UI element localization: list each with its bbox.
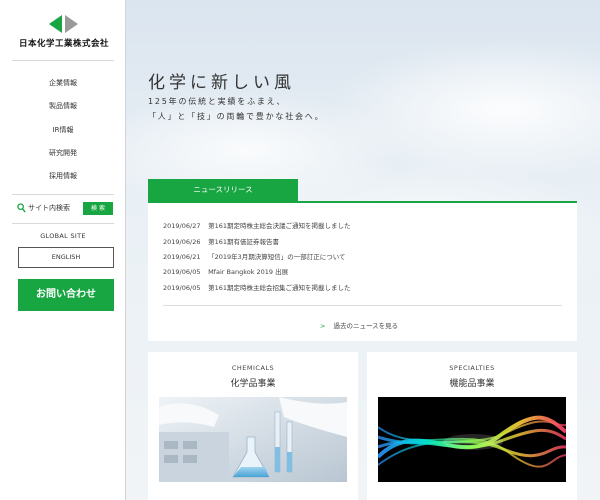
divider [12, 60, 114, 61]
news-item[interactable]: 2019/06/21 「2019年3月期決算短信」の一部訂正について [163, 251, 346, 263]
news-date: 2019/06/21 [163, 253, 201, 261]
logo-mark-icon [49, 15, 78, 33]
news-item[interactable]: 2019/06/27 第161期定時株主総会決議ご通知を掲載しました [163, 220, 351, 232]
news-panel: 2019/06/27 第161期定時株主総会決議ご通知を掲載しました 2019/… [148, 203, 577, 341]
news-title: 第161期定時株主総会招集ご通知を掲載しました [208, 284, 351, 292]
contact-button[interactable]: お問い合わせ [18, 279, 114, 311]
news-item[interactable]: 2019/06/26 第161期有価証券報告書 [163, 236, 279, 248]
hero-subtitle-2: 「人」と「技」の両輪で豊かな社会へ。 [148, 112, 325, 121]
chemicals-lab-image [159, 397, 347, 482]
card-en-title: SPECIALTIES [449, 364, 495, 372]
nav-item-products[interactable]: 製品情報 [0, 101, 126, 111]
nav-item-recruit[interactable]: 採用情報 [0, 171, 126, 181]
more-news-link[interactable]: > 過去のニュースを見る [320, 320, 398, 330]
divider [12, 194, 114, 195]
card-en-title: CHEMICALS [231, 364, 275, 372]
search-label[interactable]: サイト内検索 [28, 203, 70, 213]
search-button[interactable]: 検 索 [83, 202, 113, 215]
search-icon [17, 203, 26, 213]
news-title: Mfair Bangkok 2019 出展 [208, 268, 289, 276]
news-date: 2019/06/26 [163, 238, 201, 246]
news-title: 第161期有価証券報告書 [208, 238, 279, 246]
nav-item-research[interactable]: 研究開発 [0, 148, 126, 158]
hero-subtitle-1: 125年の伝統と実績をふまえ、 [148, 97, 287, 106]
card-chemicals[interactable]: CHEMICALS 化学品事業 [148, 352, 358, 500]
sidebar: 日本化学工業株式会社 企業情報 製品情報 IR情報 研究開発 採用情報 サイト内… [0, 0, 126, 500]
main-content: 化学に新しい風 125年の伝統と実績をふまえ、 「人」と「技」の両輪で豊かな社会… [126, 0, 600, 500]
news-date: 2019/06/27 [163, 222, 201, 230]
hero-headline: 化学に新しい風 [148, 73, 295, 93]
news-item[interactable]: 2019/06/05 Mfair Bangkok 2019 出展 [163, 266, 288, 278]
news-title: 第161期定時株主総会決議ご通知を掲載しました [208, 222, 351, 230]
tab-news-release[interactable]: ニュースリリース [148, 179, 298, 201]
news-date: 2019/06/05 [163, 284, 201, 292]
news-item[interactable]: 2019/06/05 第161期定時株主総会招集ご通知を掲載しました [163, 282, 351, 294]
brand-name: 日本化学工業株式会社 [18, 39, 109, 49]
news-title: 「2019年3月期決算短信」の一部訂正について [208, 253, 346, 261]
logo[interactable]: 日本化学工業株式会社 [14, 15, 114, 49]
nav-item-company[interactable]: 企業情報 [0, 78, 126, 88]
specialties-light-image [378, 397, 566, 482]
card-jp-title: 化学品事業 [230, 379, 276, 389]
global-site-label: GLOBAL SITE [40, 232, 86, 240]
divider [12, 223, 114, 224]
nav-item-ir[interactable]: IR情報 [0, 125, 126, 135]
english-site-button[interactable]: ENGLISH [18, 247, 114, 268]
card-specialties[interactable]: SPECIALTIES 機能品事業 [367, 352, 577, 500]
site-search: サイト内検索 検 索 [17, 202, 113, 216]
news-divider [163, 305, 562, 306]
news-date: 2019/06/05 [163, 268, 201, 276]
chevron-right-icon: > [320, 322, 326, 330]
card-jp-title: 機能品事業 [449, 379, 495, 389]
more-news-label: 過去のニュースを見る [333, 322, 399, 330]
